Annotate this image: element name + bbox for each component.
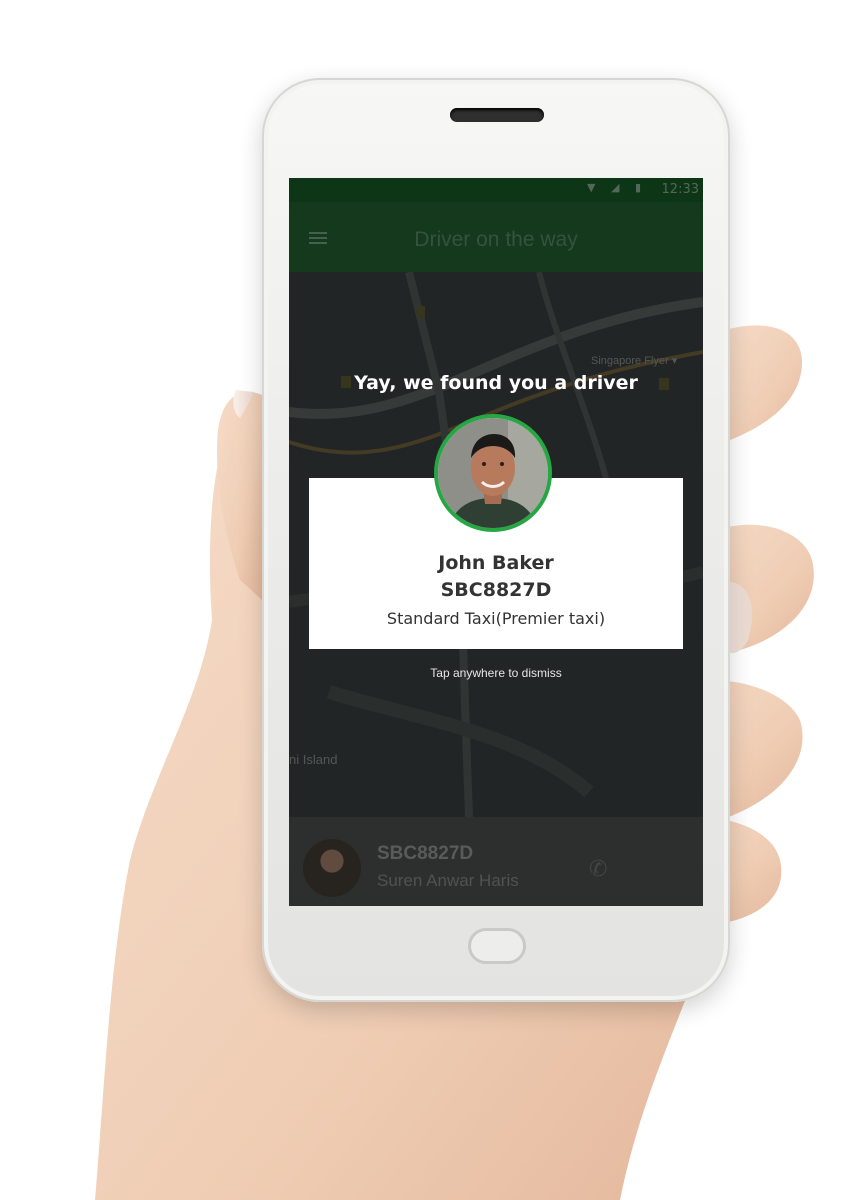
- card-plate: SBC8827D: [440, 579, 552, 601]
- driver-photo: [438, 418, 548, 528]
- driver-avatar: [434, 414, 552, 532]
- scene: ▼ ◢ ▮ 12:33 Driver on the way Singapore …: [0, 0, 856, 1200]
- card-service: Standard Taxi(Premier taxi): [386, 609, 606, 628]
- driver-found-title: Yay, we found you a driver: [354, 372, 638, 394]
- phone-device: ▼ ◢ ▮ 12:33 Driver on the way Singapore …: [262, 78, 730, 1002]
- home-button[interactable]: [468, 928, 526, 964]
- phone-speaker: [450, 108, 544, 122]
- card-driver-name: John Baker: [438, 552, 554, 574]
- phone-screen[interactable]: ▼ ◢ ▮ 12:33 Driver on the way Singapore …: [289, 178, 703, 906]
- dismiss-hint: Tap anywhere to dismiss: [430, 666, 562, 680]
